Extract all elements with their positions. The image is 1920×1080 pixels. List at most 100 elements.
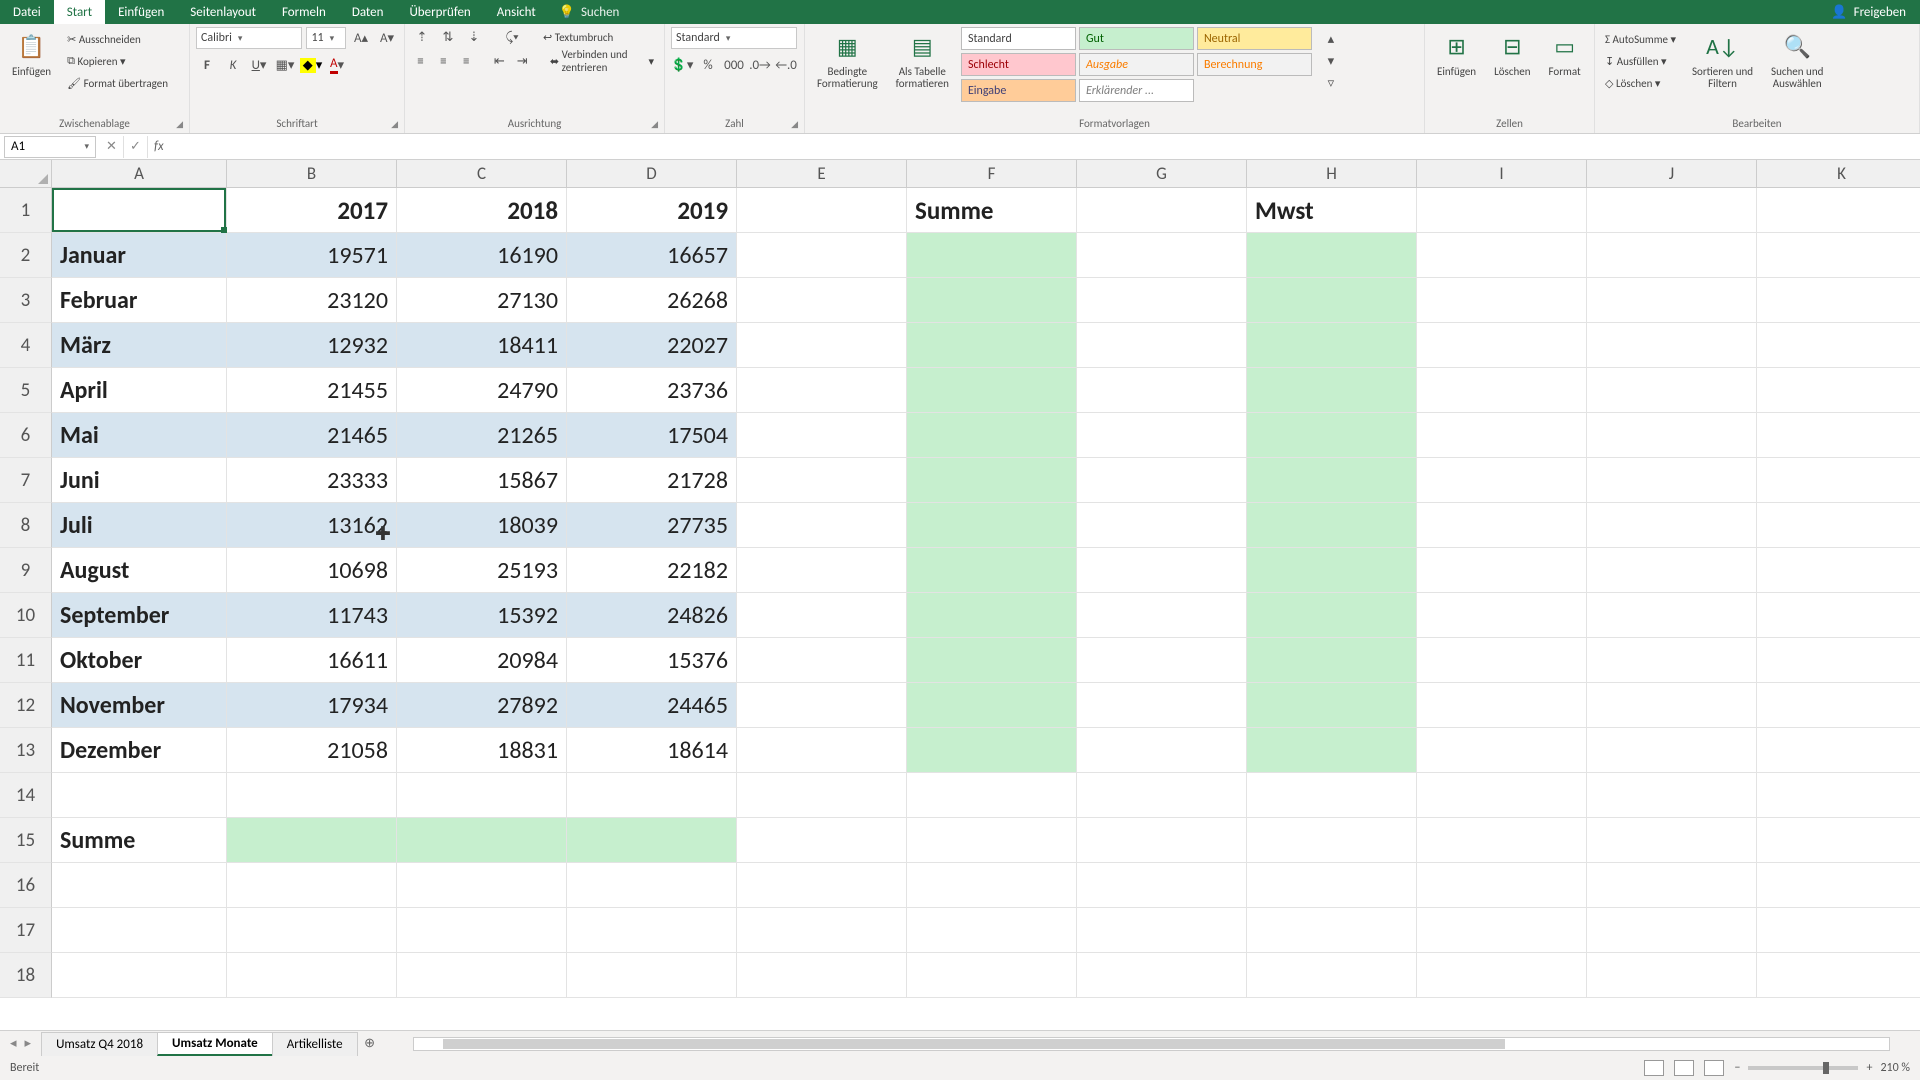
cell[interactable]: 10698 bbox=[227, 548, 397, 593]
row-header[interactable]: 1 bbox=[0, 188, 52, 233]
summe-cell[interactable] bbox=[907, 503, 1077, 548]
cell[interactable] bbox=[1757, 953, 1920, 998]
align-right-button[interactable]: ≡ bbox=[457, 51, 476, 71]
find-select-button[interactable]: 🔍Suchen und Auswählen bbox=[1765, 27, 1829, 94]
cell[interactable]: 11743 bbox=[227, 593, 397, 638]
cell[interactable] bbox=[1417, 818, 1587, 863]
cell[interactable] bbox=[737, 773, 907, 818]
cell[interactable] bbox=[907, 953, 1077, 998]
number-format-select[interactable]: Standard▾ bbox=[671, 27, 797, 49]
cell[interactable] bbox=[737, 233, 907, 278]
decrease-indent-button[interactable]: ⇤ bbox=[490, 51, 509, 71]
cell[interactable] bbox=[1417, 278, 1587, 323]
row-header[interactable]: 7 bbox=[0, 458, 52, 503]
column-header[interactable]: I bbox=[1417, 160, 1587, 188]
column-header[interactable]: H bbox=[1247, 160, 1417, 188]
cell[interactable]: 21455 bbox=[227, 368, 397, 413]
cell[interactable] bbox=[1757, 593, 1920, 638]
cell-style-ausgabe[interactable]: Ausgabe bbox=[1079, 53, 1194, 76]
cell[interactable] bbox=[1757, 908, 1920, 953]
cell[interactable] bbox=[1077, 368, 1247, 413]
cut-button[interactable]: ✂ Ausschneiden bbox=[63, 29, 172, 49]
cell[interactable]: 17934 bbox=[227, 683, 397, 728]
month-label[interactable]: Juni bbox=[52, 458, 227, 503]
row-header[interactable]: 18 bbox=[0, 953, 52, 998]
cell[interactable] bbox=[1757, 683, 1920, 728]
summe-cell[interactable] bbox=[907, 683, 1077, 728]
cell[interactable] bbox=[1587, 818, 1757, 863]
cell[interactable]: 23120 bbox=[227, 278, 397, 323]
cell[interactable] bbox=[1587, 278, 1757, 323]
decrease-font-button[interactable]: A▾ bbox=[376, 28, 398, 48]
cell[interactable] bbox=[737, 908, 907, 953]
border-button[interactable]: ▦▾ bbox=[274, 55, 296, 75]
summe-cell[interactable] bbox=[907, 233, 1077, 278]
cell-style-erklaerender[interactable]: Erklärender ... bbox=[1079, 79, 1194, 102]
mwst-cell[interactable] bbox=[1247, 503, 1417, 548]
cell[interactable] bbox=[227, 863, 397, 908]
month-label[interactable]: November bbox=[52, 683, 227, 728]
cell[interactable] bbox=[1587, 548, 1757, 593]
cell[interactable]: 16190 bbox=[397, 233, 567, 278]
cell[interactable] bbox=[1587, 368, 1757, 413]
tab-nav-first-icon[interactable]: ◂ bbox=[10, 1036, 17, 1051]
cell[interactable] bbox=[1757, 323, 1920, 368]
cell[interactable]: 21728 bbox=[567, 458, 737, 503]
formula-input[interactable] bbox=[170, 136, 1920, 158]
tab-daten[interactable]: Daten bbox=[339, 0, 397, 24]
cell[interactable] bbox=[737, 548, 907, 593]
mwst-cell[interactable] bbox=[1247, 638, 1417, 683]
zoom-out-button[interactable]: − bbox=[1734, 1061, 1740, 1075]
cell[interactable] bbox=[907, 818, 1077, 863]
column-header[interactable]: B bbox=[227, 160, 397, 188]
cell[interactable] bbox=[1587, 953, 1757, 998]
fill-button[interactable]: ↧ Ausfüllen ▾ bbox=[1601, 51, 1680, 71]
cell[interactable] bbox=[737, 863, 907, 908]
format-painter-button[interactable]: 🖌 Format übertragen bbox=[63, 73, 172, 93]
align-bottom-button[interactable]: ⇣ bbox=[463, 27, 485, 47]
cell[interactable] bbox=[737, 953, 907, 998]
wrap-text-button[interactable]: ↩ Textumbruch bbox=[539, 27, 617, 47]
cell[interactable] bbox=[52, 188, 227, 233]
cell[interactable] bbox=[1757, 413, 1920, 458]
increase-decimal-button[interactable]: .0→ bbox=[749, 55, 771, 75]
font-name-select[interactable]: Calibri▾ bbox=[196, 27, 302, 49]
cell[interactable] bbox=[1417, 593, 1587, 638]
cell[interactable] bbox=[52, 908, 227, 953]
cell[interactable]: 18411 bbox=[397, 323, 567, 368]
sheet-tab-umsatz-monate[interactable]: Umsatz Monate bbox=[157, 1032, 273, 1056]
horizontal-scrollbar[interactable] bbox=[413, 1037, 1890, 1051]
month-label[interactable]: Oktober bbox=[52, 638, 227, 683]
tab-start[interactable]: Start bbox=[54, 0, 105, 24]
cell[interactable] bbox=[1417, 728, 1587, 773]
column-header[interactable]: C bbox=[397, 160, 567, 188]
cell[interactable]: 16657 bbox=[567, 233, 737, 278]
cell[interactable]: 15392 bbox=[397, 593, 567, 638]
cell[interactable] bbox=[1417, 863, 1587, 908]
cell[interactable] bbox=[1247, 773, 1417, 818]
cell[interactable] bbox=[907, 773, 1077, 818]
cell[interactable] bbox=[1587, 728, 1757, 773]
bold-button[interactable]: F bbox=[196, 55, 218, 75]
mwst-cell[interactable] bbox=[1247, 323, 1417, 368]
mwst-cell[interactable] bbox=[1247, 458, 1417, 503]
column-header[interactable]: D bbox=[567, 160, 737, 188]
cell[interactable] bbox=[397, 953, 567, 998]
cell[interactable]: 27735 bbox=[567, 503, 737, 548]
column-header[interactable]: A bbox=[52, 160, 227, 188]
cell[interactable]: 15376 bbox=[567, 638, 737, 683]
cell[interactable]: 13162 bbox=[227, 503, 397, 548]
cell[interactable]: 23736 bbox=[567, 368, 737, 413]
column-header[interactable]: J bbox=[1587, 160, 1757, 188]
new-sheet-button[interactable]: ⊕ bbox=[357, 1036, 383, 1051]
cell-style-gut[interactable]: Gut bbox=[1079, 27, 1194, 50]
cell[interactable]: 18039 bbox=[397, 503, 567, 548]
styles-scroll-down[interactable]: ▾ bbox=[1320, 51, 1342, 71]
row-header[interactable]: 2 bbox=[0, 233, 52, 278]
worksheet-grid[interactable]: ABCDEFGHIJK 123456789101112131415161718 … bbox=[0, 160, 1920, 1030]
sheet-tab-artikelliste[interactable]: Artikelliste bbox=[272, 1032, 358, 1056]
cell[interactable]: 23333 bbox=[227, 458, 397, 503]
cell[interactable]: Summe bbox=[907, 188, 1077, 233]
summe-cell[interactable] bbox=[907, 278, 1077, 323]
cell[interactable] bbox=[1417, 368, 1587, 413]
